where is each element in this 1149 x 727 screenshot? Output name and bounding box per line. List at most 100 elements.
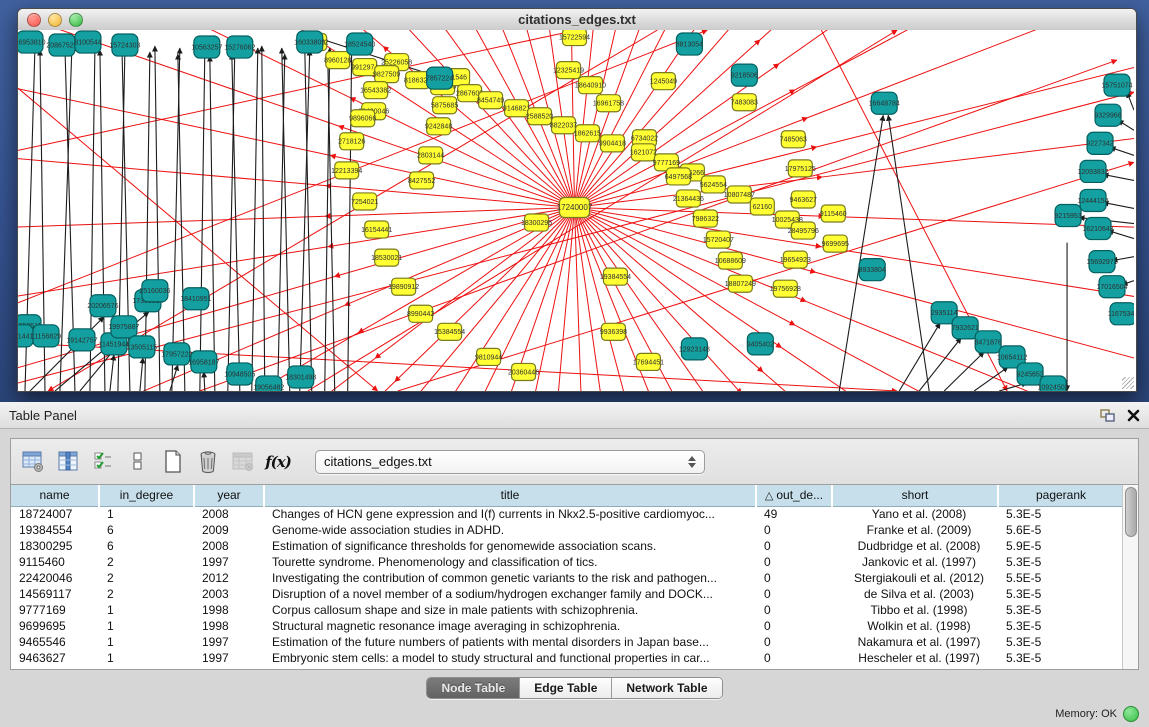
graph-node[interactable]: 25160036 [139,280,170,302]
table-cell[interactable]: Genome-wide association studies in ADHD. [264,522,756,538]
table-cell[interactable]: Changes of HCN gene expression and I(f) … [264,506,756,522]
table-cell[interactable]: Wolkin et al. (1998) [832,618,998,634]
tab-node-table[interactable]: Node Table [427,678,520,698]
close-panel-icon[interactable] [1127,409,1140,422]
table-row[interactable]: 911546021997Tourette syndrome. Phenomeno… [11,554,1123,570]
table-cell[interactable]: 2008 [194,538,264,554]
tab-edge-table[interactable]: Edge Table [520,678,612,698]
graph-node[interactable]: 15722594 [559,30,590,46]
table-cell[interactable]: Yano et al. (2008) [832,506,998,522]
graph-node[interactable]: 1862615 [574,125,601,142]
table-cell[interactable]: Estimation of the future numbers of pati… [264,634,756,650]
table-row[interactable]: 946554611997Estimation of the future num… [11,634,1123,650]
graph-node[interactable]: 2803144 [417,147,444,164]
table-cell[interactable]: 0 [756,570,832,586]
table-cell[interactable]: 1 [99,650,194,666]
table-cell[interactable]: Investigating the contribution of common… [264,570,756,586]
table-cell[interactable]: 0 [756,538,832,554]
table-cell[interactable]: 5.3E-5 [998,650,1123,666]
graph-node[interactable]: 17694451 [633,353,664,370]
table-cell[interactable]: 0 [756,634,832,650]
graph-node[interactable]: 18807249 [725,275,756,292]
graph-node[interactable]: 9936398 [600,323,627,340]
graph-node[interactable]: 15720407 [703,231,734,248]
graph-node[interactable]: 19654923 [780,251,811,268]
table-cell[interactable]: 19384554 [11,522,99,538]
float-panel-icon[interactable] [1100,409,1115,422]
graph-node[interactable]: 20206576 [87,295,118,317]
table-cell[interactable]: 9463627 [11,650,99,666]
table-cell[interactable]: 1997 [194,634,264,650]
table-cell[interactable]: 2009 [194,522,264,538]
graph-node[interactable]: 7986322 [692,210,719,227]
graph-node[interactable]: 12093832 [1077,160,1108,182]
table-cell[interactable]: 6 [99,538,194,554]
table-cell[interactable]: 1 [99,634,194,650]
table-cell[interactable]: 5.3E-5 [998,554,1123,570]
graph-node[interactable]: 11156829 [31,325,61,347]
table-cell[interactable]: 5.9E-5 [998,538,1123,554]
graph-node[interactable]: 10948505 [224,363,255,385]
table-cell[interactable]: 18300295 [11,538,99,554]
column-header-pagerank[interactable]: pagerank [998,485,1123,506]
table-cell[interactable]: 5.6E-5 [998,522,1123,538]
graph-node[interactable]: 9904418 [599,135,626,152]
table-row[interactable]: 2242004622012Investigating the contribut… [11,570,1123,586]
graph-node[interactable]: 20867529 [46,34,77,56]
table-cell[interactable]: 1 [99,618,194,634]
table-row[interactable]: 1456911722003Disruption of a novel membe… [11,586,1123,602]
table-row[interactable]: 977716911998Corpus callosum shape and si… [11,602,1123,618]
graph-node[interactable]: 1245049 [650,73,677,90]
show-columns-icon[interactable] [56,450,80,474]
table-cell[interactable]: Corpus callosum shape and size in male p… [264,602,756,618]
table-row[interactable]: 1872400712008Changes of HCN gene express… [11,506,1123,522]
graph-node[interactable]: 12444154 [1077,189,1108,211]
column-header-year[interactable]: year [194,485,264,506]
graph-node[interactable]: 9227342 [1086,132,1113,154]
graph-node[interactable]: 10688609 [715,252,746,269]
graph-node[interactable]: 9218506 [731,64,758,86]
graph-node[interactable]: 9827509 [373,66,400,83]
table-cell[interactable]: 5.3E-5 [998,506,1123,522]
table-cell[interactable]: 5.3E-5 [998,602,1123,618]
table-cell[interactable]: Nakamura et al. (1997) [832,634,998,650]
graph-node[interactable]: 13505115 [127,336,158,358]
graph-node[interactable]: 9242848 [425,118,452,135]
graph-node[interactable]: 11675340 [1108,303,1134,325]
graph-node[interactable]: 8427552 [408,172,435,189]
graph-node[interactable]: 17240007 [557,197,593,217]
column-header-in-degree[interactable]: in_degree [99,485,194,506]
table-cell[interactable]: 0 [756,650,832,666]
graph-node[interactable]: 18410951 [180,288,211,310]
graph-node[interactable]: 15276062 [224,36,255,58]
graph-node[interactable]: 18300295 [521,214,552,231]
graph-node[interactable]: 7483083 [731,94,758,111]
delete-icon[interactable] [196,450,220,474]
graph-node[interactable]: 16154441 [361,221,392,238]
table-cell[interactable]: 1 [99,506,194,522]
table-cell[interactable]: 1997 [194,650,264,666]
table-cell[interactable]: 9777169 [11,602,99,618]
graph-node[interactable]: 12923148 [679,338,710,360]
table-cell[interactable]: Hescheler et al. (1997) [832,650,998,666]
minimize-window-button[interactable] [48,13,62,27]
graph-node[interactable]: 16953810 [18,31,46,53]
network-canvas[interactable]: 1830029576638228960128991297425226058982… [18,30,1136,391]
table-cell[interactable]: 0 [756,522,832,538]
graph-node[interactable]: 15692971 [1086,251,1117,273]
table-cell[interactable]: Estimation of significance thresholds fo… [264,538,756,554]
graph-node[interactable]: 19056482 [253,376,284,391]
window-titlebar[interactable]: citations_edges.txt [18,9,1136,31]
graph-node[interactable]: 9329966 [1094,104,1121,126]
graph-node[interactable]: 17016504 [1096,276,1127,298]
table-cell[interactable]: 2 [99,586,194,602]
graph-node[interactable]: 21364436 [673,190,704,207]
table-cell[interactable]: 0 [756,602,832,618]
table-cell[interactable]: Jankovic et al. (1997) [832,554,998,570]
graph-node[interactable]: 16961758 [593,95,624,112]
table-cell[interactable]: 0 [756,586,832,602]
graph-node[interactable]: 12213394 [331,162,362,179]
table-cell[interactable]: Tibbo et al. (1998) [832,602,998,618]
column-header-out-degree[interactable]: △out_de... [756,485,832,506]
table-cell[interactable]: 5.3E-5 [998,586,1123,602]
